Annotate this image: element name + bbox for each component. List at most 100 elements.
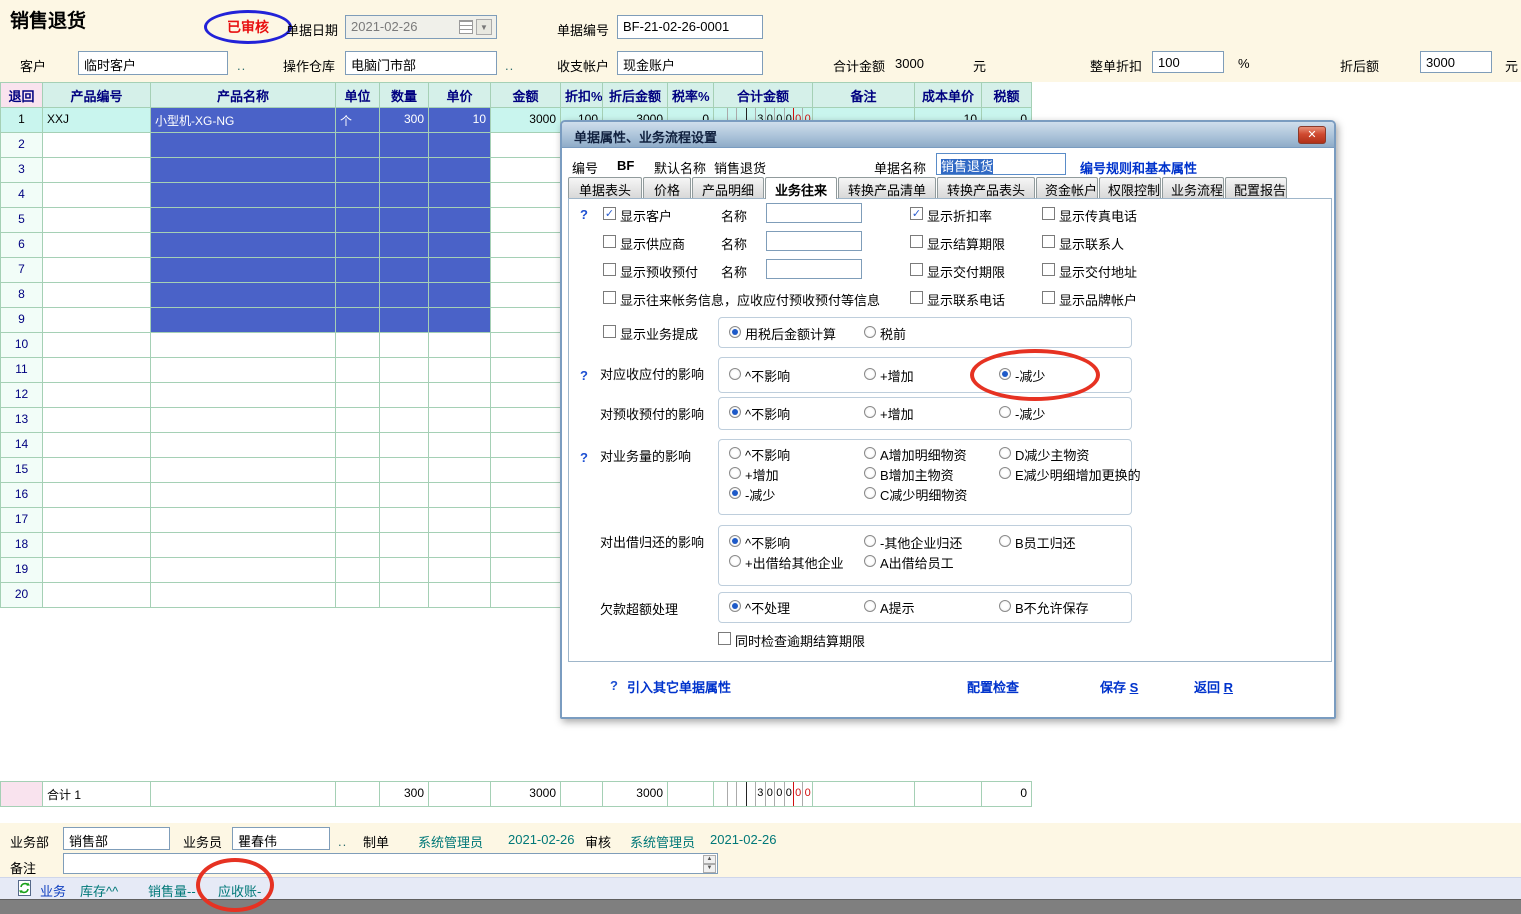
- tab-3[interactable]: 产品明细: [692, 177, 764, 198]
- back-button[interactable]: 返回 R: [1194, 677, 1233, 696]
- radio-option[interactable]: [864, 406, 876, 418]
- table-cell[interactable]: [429, 408, 491, 433]
- table-cell[interactable]: [429, 233, 491, 258]
- table-cell[interactable]: [491, 358, 561, 383]
- tab-9[interactable]: 业务流程: [1162, 177, 1224, 198]
- table-cell[interactable]: [336, 508, 380, 533]
- table-cell[interactable]: [43, 583, 151, 608]
- radio-option[interactable]: [729, 368, 741, 380]
- table-cell[interactable]: [491, 508, 561, 533]
- table-cell[interactable]: 17: [1, 508, 43, 533]
- table-cell[interactable]: 4: [1, 183, 43, 208]
- table-cell[interactable]: 11: [1, 358, 43, 383]
- config-check-link[interactable]: 配置检查: [967, 677, 1019, 696]
- table-cell[interactable]: [491, 183, 561, 208]
- radio-option[interactable]: [864, 326, 876, 338]
- table-cell[interactable]: [43, 183, 151, 208]
- table-cell[interactable]: [429, 158, 491, 183]
- table-cell[interactable]: [336, 233, 380, 258]
- table-cell[interactable]: [491, 258, 561, 283]
- table-cell[interactable]: 12: [1, 383, 43, 408]
- table-cell[interactable]: [491, 458, 561, 483]
- account-field[interactable]: 现金账户: [617, 51, 763, 75]
- name-field[interactable]: [766, 259, 862, 279]
- table-cell[interactable]: [43, 558, 151, 583]
- check-overdue-settlement-checkbox[interactable]: [718, 632, 731, 645]
- table-cell[interactable]: [380, 583, 429, 608]
- customer-field[interactable]: 临时客户: [78, 51, 228, 75]
- salesman-field[interactable]: 瞿春伟: [232, 827, 330, 850]
- table-cell[interactable]: [151, 408, 336, 433]
- radio-option[interactable]: [999, 447, 1011, 459]
- show-option-c2-r1-checkbox[interactable]: ✓: [910, 207, 923, 220]
- table-cell[interactable]: [43, 483, 151, 508]
- table-cell[interactable]: [43, 533, 151, 558]
- show-option-c3-r1-checkbox[interactable]: [1042, 207, 1055, 220]
- table-cell[interactable]: 3: [1, 158, 43, 183]
- help-icon[interactable]: ?: [580, 207, 588, 222]
- table-cell[interactable]: [429, 383, 491, 408]
- table-cell[interactable]: [43, 258, 151, 283]
- doc-no-field[interactable]: BF-21-02-26-0001: [617, 15, 763, 39]
- table-cell[interactable]: [429, 283, 491, 308]
- table-cell[interactable]: [380, 158, 429, 183]
- table-cell[interactable]: [429, 333, 491, 358]
- table-cell[interactable]: [336, 533, 380, 558]
- table-cell[interactable]: [380, 558, 429, 583]
- radio-option[interactable]: [729, 406, 741, 418]
- radio-option[interactable]: [864, 535, 876, 547]
- table-cell[interactable]: [429, 308, 491, 333]
- discounted-amount-field[interactable]: 3000: [1420, 51, 1492, 73]
- table-cell[interactable]: [429, 533, 491, 558]
- numbering-rules-link[interactable]: 编号规则和基本属性: [1080, 158, 1197, 177]
- import-properties-link[interactable]: 引入其它单据属性: [627, 677, 731, 696]
- table-cell[interactable]: [336, 433, 380, 458]
- warehouse-field[interactable]: 电脑门市部: [345, 51, 497, 75]
- radio-option[interactable]: [999, 406, 1011, 418]
- table-cell[interactable]: [429, 358, 491, 383]
- radio-option[interactable]: [729, 600, 741, 612]
- salesman-browse-button[interactable]: ..: [338, 834, 347, 849]
- table-cell[interactable]: [43, 383, 151, 408]
- table-cell[interactable]: 14: [1, 433, 43, 458]
- table-cell[interactable]: [151, 233, 336, 258]
- table-cell[interactable]: [380, 383, 429, 408]
- radio-option[interactable]: [864, 467, 876, 479]
- table-cell[interactable]: [380, 233, 429, 258]
- table-cell[interactable]: 7: [1, 258, 43, 283]
- table-cell[interactable]: [380, 508, 429, 533]
- table-cell[interactable]: 8: [1, 283, 43, 308]
- table-cell[interactable]: [429, 458, 491, 483]
- table-cell[interactable]: [491, 558, 561, 583]
- table-cell[interactable]: [491, 333, 561, 358]
- table-cell[interactable]: [151, 283, 336, 308]
- table-cell[interactable]: [380, 433, 429, 458]
- dialog-footer-help-icon[interactable]: ?: [610, 678, 618, 693]
- business-doc-icon[interactable]: [17, 879, 33, 897]
- bottombar-item-sales-volume[interactable]: 销售量--: [148, 881, 196, 900]
- table-cell[interactable]: [43, 308, 151, 333]
- remark-spinner[interactable]: ▲▼: [703, 855, 716, 872]
- table-cell[interactable]: [336, 183, 380, 208]
- table-cell[interactable]: [336, 483, 380, 508]
- table-cell[interactable]: [336, 258, 380, 283]
- table-cell[interactable]: [380, 333, 429, 358]
- table-cell[interactable]: [491, 383, 561, 408]
- radio-option[interactable]: [864, 555, 876, 567]
- table-cell[interactable]: [336, 133, 380, 158]
- table-cell[interactable]: [43, 133, 151, 158]
- table-cell[interactable]: 6: [1, 233, 43, 258]
- table-cell[interactable]: 10: [1, 333, 43, 358]
- bottombar-item-inventory[interactable]: 库存^^: [80, 881, 118, 900]
- table-cell[interactable]: [43, 508, 151, 533]
- table-cell[interactable]: [336, 208, 380, 233]
- radio-option[interactable]: [999, 535, 1011, 547]
- table-cell[interactable]: [151, 133, 336, 158]
- tab-6[interactable]: 转换产品表头: [937, 177, 1035, 198]
- table-cell[interactable]: [380, 183, 429, 208]
- show-option-c3-r2-checkbox[interactable]: [1042, 235, 1055, 248]
- table-cell[interactable]: 个: [336, 108, 380, 133]
- show-option-c1-r2-checkbox[interactable]: [603, 235, 616, 248]
- tab-1[interactable]: 单据表头: [568, 177, 642, 198]
- table-cell[interactable]: [151, 208, 336, 233]
